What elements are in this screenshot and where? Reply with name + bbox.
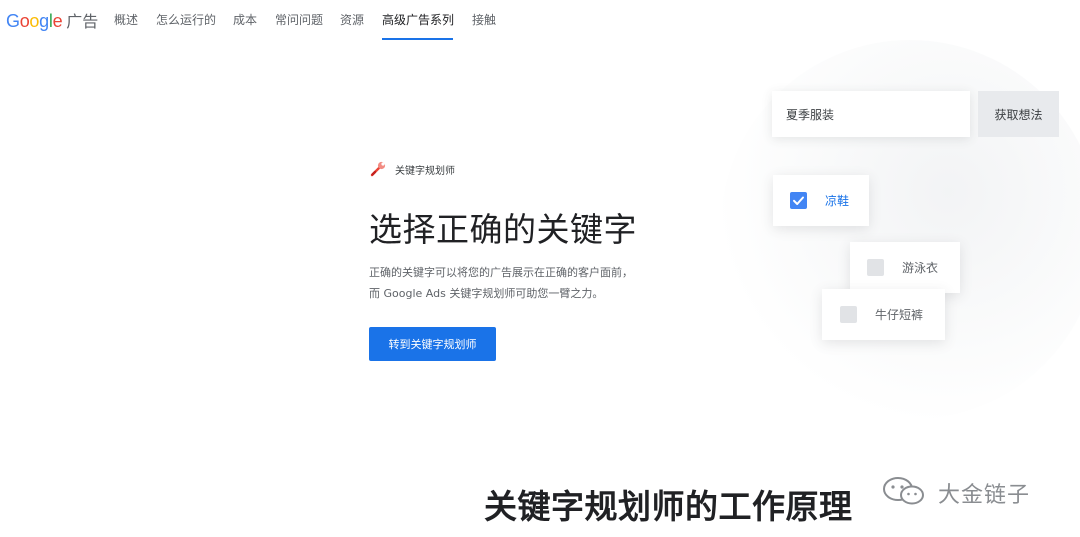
logo-letter: G (6, 11, 20, 31)
nav-item-contact[interactable]: 接触 (472, 11, 496, 28)
logo-letter: o (29, 11, 40, 31)
keyword-search-input[interactable]: 夏季服装 (772, 91, 970, 137)
keyword-option-denim-shorts[interactable]: 牛仔短裤 (822, 289, 945, 340)
nav-item-overview[interactable]: 概述 (114, 11, 138, 28)
active-tab-indicator (382, 38, 453, 40)
wechat-icon (880, 476, 930, 510)
search-value: 夏季服装 (786, 107, 835, 122)
watermark: 大金链子 (880, 476, 1030, 510)
logo-letter: o (19, 11, 30, 31)
google-ads-logo[interactable]: Google 广告 (6, 8, 99, 32)
go-to-keyword-planner-button[interactable]: 转到关键字规划师 (369, 327, 496, 361)
hero-title: 选择正确的关键字 (369, 210, 637, 249)
tool-eyebrow: 关键字规划师 (369, 160, 455, 178)
keyword-label: 牛仔短裤 (875, 308, 924, 322)
checkbox-unchecked-icon[interactable] (867, 259, 884, 276)
product-name: 广告 (66, 12, 99, 31)
checkbox-unchecked-icon[interactable] (840, 306, 857, 323)
get-ideas-button[interactable]: 获取想法 (978, 91, 1059, 137)
top-navigation: Google 广告 概述 怎么运行的 成本 常问问题 资源 高级广告系列 接触 (0, 0, 1080, 40)
logo-letter: g (39, 11, 49, 31)
logo-letter: e (52, 11, 63, 31)
nav-item-advanced-campaigns[interactable]: 高级广告系列 (382, 11, 454, 28)
keyword-label: 凉鞋 (825, 194, 850, 208)
hero-description-line: 而 Google Ads 关键字规划师可助您一臂之力。 (369, 287, 604, 300)
wrench-icon (369, 160, 387, 178)
nav-item-faq[interactable]: 常问问题 (275, 11, 323, 28)
keyword-label: 游泳衣 (902, 261, 939, 275)
nav-item-resources[interactable]: 资源 (340, 11, 364, 28)
nav-item-cost[interactable]: 成本 (233, 11, 257, 28)
watermark-text: 大金链子 (938, 483, 1031, 508)
tool-label: 关键字规划师 (395, 165, 455, 177)
checkbox-checked-icon[interactable] (790, 192, 807, 209)
hero-description: 正确的关键字可以将您的广告展示在正确的客户面前， 而 Google Ads 关键… (369, 262, 659, 304)
section-title: 关键字规划师的工作原理 (484, 487, 853, 526)
keyword-option-sandals[interactable]: 凉鞋 (773, 175, 869, 226)
nav-item-how-it-works[interactable]: 怎么运行的 (156, 11, 216, 28)
google-wordmark: Google (6, 11, 63, 32)
hero-description-line: 正确的关键字可以将您的广告展示在正确的客户面前， (369, 266, 633, 279)
keyword-option-swimsuit[interactable]: 游泳衣 (850, 242, 960, 293)
